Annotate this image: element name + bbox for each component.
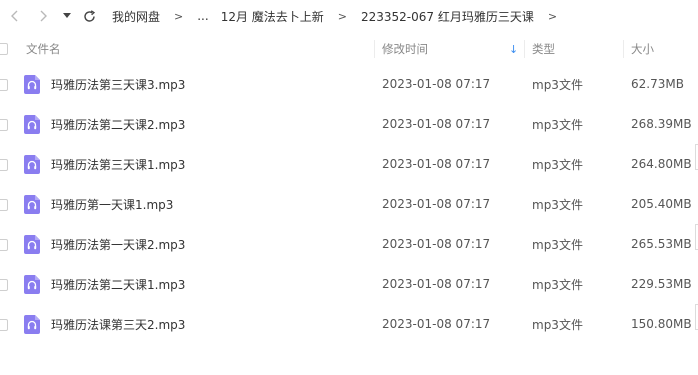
sort-arrow-icon: ↓ xyxy=(509,42,519,56)
audio-file-icon xyxy=(24,75,40,94)
column-type-header[interactable]: 类型 xyxy=(532,41,555,57)
file-size: 265.53MB xyxy=(631,237,692,251)
file-size: 150.80MB xyxy=(631,317,692,331)
file-type: mp3文件 xyxy=(532,237,583,252)
file-row[interactable]: 玛雅历法第三天课1.mp3 2023-01-08 07:17 mp3文件 264… xyxy=(0,144,698,184)
file-date: 2023-01-08 07:17 xyxy=(382,317,491,331)
breadcrumb-item-ellipsis[interactable]: ... xyxy=(195,9,210,23)
file-name[interactable]: 玛雅历法第二天课1.mp3 xyxy=(51,276,185,293)
breadcrumb-item-root[interactable]: 我的网盘 xyxy=(110,8,162,25)
file-size: 205.40MB xyxy=(631,197,692,211)
file-list: 玛雅历法第三天课3.mp3 2023-01-08 07:17 mp3文件 62.… xyxy=(0,64,698,344)
row-checkbox[interactable] xyxy=(0,319,8,331)
file-row[interactable]: 玛雅历法课第三天2.mp3 2023-01-08 07:17 mp3文件 150… xyxy=(0,304,698,344)
file-type: mp3文件 xyxy=(532,77,583,92)
breadcrumb: 我的网盘 > ... 12月 魔法去卜上新 > 223352-067 红月玛雅历… xyxy=(110,8,569,25)
file-size: 264.80MB xyxy=(631,157,692,171)
toolbar: 我的网盘 > ... 12月 魔法去卜上新 > 223352-067 红月玛雅历… xyxy=(0,0,698,32)
row-checkbox[interactable] xyxy=(0,279,8,291)
breadcrumb-separator: > xyxy=(174,9,184,23)
row-checkbox[interactable] xyxy=(0,119,8,131)
breadcrumb-item-parent[interactable]: 12月 魔法去卜上新 xyxy=(219,8,326,25)
column-divider[interactable] xyxy=(374,40,375,58)
file-type: mp3文件 xyxy=(532,277,583,292)
select-all-checkbox[interactable] xyxy=(0,43,8,55)
audio-file-icon xyxy=(24,275,40,294)
chevron-right-icon[interactable] xyxy=(32,5,54,27)
audio-file-icon xyxy=(24,195,40,214)
file-size: 62.73MB xyxy=(631,77,684,91)
row-checkbox[interactable] xyxy=(0,159,8,171)
file-date: 2023-01-08 07:17 xyxy=(382,197,491,211)
row-checkbox[interactable] xyxy=(0,79,8,91)
file-type: mp3文件 xyxy=(532,117,583,132)
file-size: 268.39MB xyxy=(631,117,692,131)
breadcrumb-separator: > xyxy=(337,9,347,23)
file-date: 2023-01-08 07:17 xyxy=(382,117,491,131)
column-date-header[interactable]: 修改时间 xyxy=(382,41,428,57)
file-row[interactable]: 玛雅历法第二天课1.mp3 2023-01-08 07:17 mp3文件 229… xyxy=(0,264,698,304)
audio-file-icon xyxy=(24,315,40,334)
file-row[interactable]: 玛雅历法第一天课2.mp3 2023-01-08 07:17 mp3文件 265… xyxy=(0,224,698,264)
file-row[interactable]: 玛雅历法第二天课2.mp3 2023-01-08 07:17 mp3文件 268… xyxy=(0,104,698,144)
file-type: mp3文件 xyxy=(532,317,583,332)
file-size: 229.53MB xyxy=(631,277,692,291)
file-name[interactable]: 玛雅历法第二天课2.mp3 xyxy=(51,116,185,133)
column-divider[interactable] xyxy=(623,40,624,58)
breadcrumb-item-current[interactable]: 223352-067 红月玛雅历三天课 xyxy=(359,8,536,25)
file-date: 2023-01-08 07:17 xyxy=(382,77,491,91)
file-name[interactable]: 玛雅历法课第三天2.mp3 xyxy=(51,316,185,333)
file-date: 2023-01-08 07:17 xyxy=(382,277,491,291)
file-row[interactable]: 玛雅历法第三天课3.mp3 2023-01-08 07:17 mp3文件 62.… xyxy=(0,64,698,104)
file-row[interactable]: 玛雅历第一天课1.mp3 2023-01-08 07:17 mp3文件 205.… xyxy=(0,184,698,224)
row-checkbox[interactable] xyxy=(0,239,8,251)
file-name[interactable]: 玛雅历法第三天课3.mp3 xyxy=(51,76,185,93)
file-name[interactable]: 玛雅历第一天课1.mp3 xyxy=(51,196,173,213)
caret-down-icon[interactable] xyxy=(56,5,78,27)
audio-file-icon xyxy=(24,115,40,134)
column-name-header[interactable]: 文件名 xyxy=(26,41,61,57)
file-name[interactable]: 玛雅历法第一天课2.mp3 xyxy=(51,236,185,253)
breadcrumb-separator: > xyxy=(547,9,558,23)
file-date: 2023-01-08 07:17 xyxy=(382,157,491,171)
file-type: mp3文件 xyxy=(532,157,583,172)
row-checkbox[interactable] xyxy=(0,199,8,211)
file-type: mp3文件 xyxy=(532,197,583,212)
file-name[interactable]: 玛雅历法第三天课1.mp3 xyxy=(51,156,185,173)
refresh-icon[interactable] xyxy=(78,5,100,27)
column-divider[interactable] xyxy=(524,40,525,58)
chevron-left-icon[interactable] xyxy=(4,5,26,27)
column-header: 文件名 修改时间 ↓ 类型 大小 xyxy=(0,36,698,62)
column-size-header[interactable]: 大小 xyxy=(631,41,654,57)
audio-file-icon xyxy=(24,235,40,254)
file-date: 2023-01-08 07:17 xyxy=(382,237,491,251)
audio-file-icon xyxy=(24,155,40,174)
